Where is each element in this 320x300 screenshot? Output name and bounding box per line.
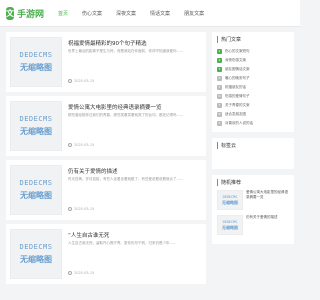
tags-title: 标签云: [217, 142, 289, 149]
rank-badge: 6: [217, 94, 222, 99]
recommend-item[interactable]: DEDECMS 无缩略图 仍有关于爱情的描述: [217, 215, 289, 237]
article-thumbnail[interactable]: DEDECMS 无缩略图: [10, 37, 62, 87]
rank-badge: 2: [217, 58, 222, 63]
article-card[interactable]: DEDECMS 无缩略图 仍有关于爱情的描述 时光荏苒，岁月如梭，有些人走着走着…: [6, 160, 206, 220]
hot-article-item[interactable]: 6 伤感的爱情句子: [217, 92, 289, 101]
thumbnail-text-noimage: 无缩略图: [20, 191, 52, 200]
article-thumbnail[interactable]: DEDECMS 无缩略图: [10, 101, 62, 151]
article-excerpt: 人生自古谁无死，留取丹心照汗青。愿你历尽千帆，归来仍是少年……: [68, 241, 177, 245]
hot-articles-panel: 热门文章 1 伤心的文案短句 2 深夜伤感文案 3 朋友圈情话文案 4 暖心的晚安句子 …: [212, 32, 294, 132]
clock-icon: [68, 143, 72, 147]
article-list: DEDECMS 无缩略图 祝福爱情最精彩的90个句子精选 世界上最远的距离不是生…: [6, 32, 206, 288]
recommend-thumbnail[interactable]: DEDECMS 无缩略图: [217, 190, 243, 210]
article-date: 2025-05-15: [74, 271, 95, 275]
hot-article-item[interactable]: 5 祝福朋友的话: [217, 83, 289, 92]
article-title[interactable]: “人生自古谁无死: [68, 231, 200, 239]
thumbnail-text-cms: DEDECMS: [222, 219, 238, 224]
nav-item-friend[interactable]: 朋友文案: [184, 10, 204, 17]
main-nav: 首页 伤心文案 深夜文案 情话文案 朋友文案: [58, 0, 218, 26]
rank-badge: 4: [217, 76, 222, 81]
hot-article-item[interactable]: 1 伤心的文案短句: [217, 47, 289, 56]
clock-icon: [68, 207, 72, 211]
thumbnail-text-noimage: 无缩略图: [20, 127, 52, 136]
hot-article-item[interactable]: 9 对喜欢的人说的话: [217, 119, 289, 128]
thumbnail-text-cms: DEDECMS: [19, 51, 53, 59]
article-excerpt: 那些曾经陪伴过我们的青春，那些笑着笑着就哭了的台词，都还记得吗……: [68, 113, 184, 117]
article-date: 2025-05-15: [74, 143, 95, 147]
thumbnail-text-noimage: 无缩略图: [222, 224, 238, 230]
article-excerpt: 世界上最远的距离不是生与死，而是我站在你面前，你却不知道我爱你……: [68, 49, 184, 53]
recommend-thumbnail[interactable]: DEDECMS 无缩略图: [217, 215, 243, 235]
thumbnail-text-cms: DEDECMS: [19, 115, 53, 123]
article-title[interactable]: 仍有关于爱情的描述: [68, 167, 200, 175]
hot-article-item[interactable]: 4 暖心的晚安句子: [217, 74, 289, 83]
hot-article-item[interactable]: 8 适合发朋友圈: [217, 110, 289, 119]
sidebar: 热门文章 1 伤心的文案短句 2 深夜伤感文案 3 朋友圈情话文案 4 暖心的晚安句子 …: [212, 32, 294, 250]
nav-item-sad[interactable]: 伤心文案: [82, 10, 102, 17]
clock-icon: [68, 271, 72, 275]
nav-item-love[interactable]: 情话文案: [150, 10, 170, 17]
clock-icon: [68, 79, 72, 83]
article-title[interactable]: 爱情公寓大电影里的经典语录摘要一览: [68, 103, 200, 111]
thumbnail-text-noimage: 无缩略图: [222, 199, 238, 205]
article-meta: 2025-05-15: [68, 79, 94, 83]
article-excerpt: 时光荏苒，岁月如梭，有些人走着走着就散了，有些爱说着说着就淡了……: [68, 177, 184, 181]
random-recommend-title: 随机推荐: [217, 179, 289, 186]
recommend-item[interactable]: DEDECMS 无缩略图 爱情公寓大电影里的经典语录摘要一览: [217, 190, 289, 212]
thumbnail-text-noimage: 无缩略图: [20, 255, 52, 264]
nav-item-home[interactable]: 首页: [58, 10, 68, 17]
site-logo[interactable]: 文 手游网: [6, 5, 44, 21]
tag-cloud: [217, 153, 289, 165]
nav-item-night[interactable]: 深夜文案: [116, 10, 136, 17]
thumbnail-text-cms: DEDECMS: [19, 243, 53, 251]
hot-article-item[interactable]: 3 朋友圈情话文案: [217, 65, 289, 74]
rank-badge: 8: [217, 112, 222, 117]
article-card[interactable]: DEDECMS 无缩略图 爱情公寓大电影里的经典语录摘要一览 那些曾经陪伴过我们…: [6, 96, 206, 156]
logo-text: 手游网: [17, 9, 45, 20]
hot-article-item[interactable]: 2 深夜伤感文案: [217, 56, 289, 65]
article-title[interactable]: 祝福爱情最精彩的90个句子精选: [68, 39, 200, 47]
hot-article-item[interactable]: 7 关于青春的文案: [217, 101, 289, 110]
article-thumbnail[interactable]: DEDECMS 无缩略图: [10, 165, 62, 215]
thumbnail-text-cms: DEDECMS: [19, 179, 53, 187]
rank-badge: 9: [217, 121, 222, 126]
article-thumbnail[interactable]: DEDECMS 无缩略图: [10, 229, 62, 279]
article-date: 2025-05-15: [74, 79, 95, 83]
recommend-title[interactable]: 仍有关于爱情的描述: [246, 215, 278, 237]
tags-panel: 标签云: [212, 138, 294, 169]
rank-badge: 1: [217, 49, 222, 54]
article-meta: 2025-05-15: [68, 143, 94, 147]
article-date: 2025-05-15: [74, 207, 95, 211]
rank-badge: 7: [217, 103, 222, 108]
top-navigation-bar: 文 手游网 首页 伤心文案 深夜文案 情话文案 朋友文案: [0, 0, 300, 27]
rank-badge: 3: [217, 67, 222, 72]
hot-articles-title: 热门文章: [217, 36, 289, 43]
thumbnail-text-noimage: 无缩略图: [20, 63, 52, 72]
thumbnail-text-cms: DEDECMS: [222, 194, 238, 199]
recommend-title[interactable]: 爱情公寓大电影里的经典语录摘要一览: [246, 190, 289, 212]
article-card[interactable]: DEDECMS 无缩略图 “人生自古谁无死 人生自古谁无死，留取丹心照汗青。愿你…: [6, 224, 206, 284]
article-meta: 2025-05-15: [68, 271, 94, 275]
rank-badge: 5: [217, 85, 222, 90]
logo-icon: 文: [6, 6, 14, 20]
article-meta: 2025-05-15: [68, 207, 94, 211]
random-recommend-panel: 随机推荐 DEDECMS 无缩略图 爱情公寓大电影里的经典语录摘要一览 DEDE…: [212, 175, 294, 244]
article-card[interactable]: DEDECMS 无缩略图 祝福爱情最精彩的90个句子精选 世界上最远的距离不是生…: [6, 32, 206, 92]
